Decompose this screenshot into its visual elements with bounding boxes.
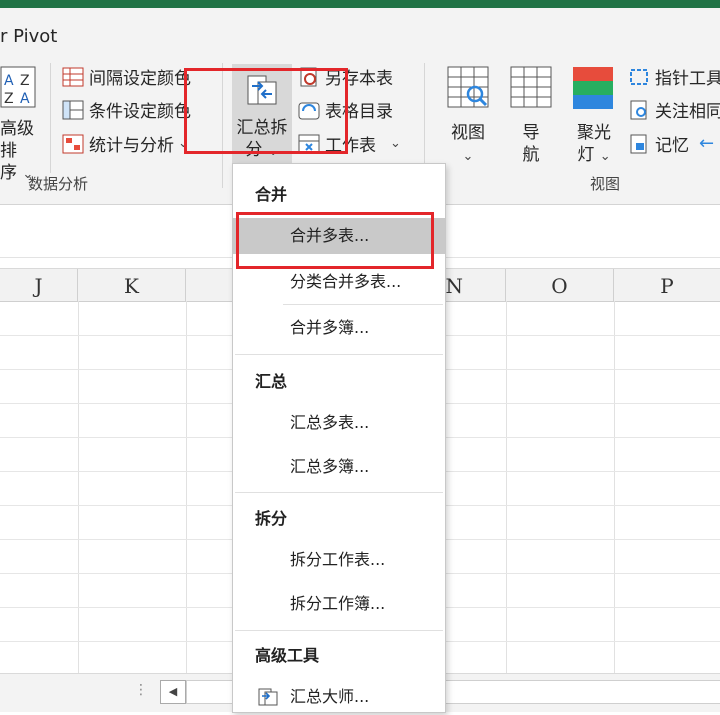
menu-item-category-merge[interactable]: 分类合并多表... (233, 264, 445, 300)
stats-analysis-button[interactable]: 统计与分析 ⌄ (62, 131, 189, 156)
grid-line (186, 301, 187, 673)
spotlight-icon (573, 67, 613, 109)
menu-separator (283, 304, 443, 305)
view-group-label: 视图 (590, 175, 621, 193)
menu-separator (235, 492, 443, 493)
ribbon-tab-title[interactable]: r Pivot (0, 26, 57, 47)
drag-handle-icon[interactable]: ⋮ (134, 682, 148, 698)
menu-separator (235, 354, 443, 355)
interval-color-label: 间隔设定颜色 (89, 69, 191, 89)
grid-line (614, 301, 615, 673)
spotlight-label-2: 灯 (577, 145, 595, 165)
table-condition-icon (62, 100, 84, 119)
highlight-box-merge-sheets (236, 212, 434, 269)
menu-separator (235, 630, 443, 631)
highlight-box-summarize (184, 68, 348, 154)
view-table-icon (447, 66, 489, 108)
condition-color-button[interactable]: 条件设定颜色 (62, 97, 191, 122)
chevron-down-icon: ⌄ (390, 136, 401, 151)
memory-button[interactable]: 记忆 ← (628, 131, 714, 156)
menu-header-merge: 合并 (255, 185, 288, 204)
column-header-k[interactable]: K (78, 269, 186, 301)
menu-item-split-sheet[interactable]: 拆分工作表... (233, 542, 445, 578)
condition-color-label: 条件设定颜色 (89, 102, 191, 122)
arrow-left-icon[interactable]: ← (699, 133, 714, 154)
pointer-tool-button[interactable]: 指针工具 (628, 64, 720, 89)
menu-item-summary-books[interactable]: 汇总多簿... (233, 449, 445, 485)
menu-header-split: 拆分 (255, 509, 288, 528)
column-header-p[interactable]: P (614, 269, 720, 301)
grid-line (78, 301, 79, 673)
summary-master-label: 汇总大师... (290, 687, 370, 706)
menu-header-summary: 汇总 (255, 372, 288, 391)
svg-text:Z: Z (4, 91, 14, 107)
summary-master-icon (258, 688, 278, 706)
navigation-grid-icon (510, 66, 552, 108)
svg-text:A: A (20, 91, 30, 107)
navigation-label-2: 航 (522, 145, 540, 165)
pointer-frame-icon (630, 68, 648, 85)
svg-text:A: A (4, 73, 14, 89)
navigation-label: 导 (522, 123, 540, 143)
column-header-o[interactable]: O (506, 269, 614, 301)
menu-header-advanced: 高级工具 (255, 646, 320, 665)
chevron-down-icon: ⌄ (462, 149, 474, 164)
menu-item-summary-sheets[interactable]: 汇总多表... (233, 405, 445, 441)
advanced-sort-label-2: 序 (0, 163, 17, 183)
watch-doc-icon (630, 100, 647, 119)
watch-same-button[interactable]: 关注相同 (628, 97, 720, 122)
stats-analysis-label: 统计与分析 (89, 136, 174, 156)
spotlight-label: 聚光 (577, 123, 611, 143)
scroll-left-button[interactable]: ◀ (160, 680, 186, 704)
table-color-icon (62, 67, 84, 86)
data-analysis-group-label: 数据分析 (28, 175, 89, 193)
advanced-sort-label-1: 高级排 (0, 119, 34, 161)
menu-item-merge-books[interactable]: 合并多簿... (233, 310, 445, 346)
separator (50, 63, 51, 173)
column-header-j[interactable]: J (0, 269, 78, 301)
stats-table-icon (62, 134, 84, 153)
svg-text:Z: Z (20, 73, 30, 89)
interval-color-button[interactable]: 间隔设定颜色 (62, 64, 191, 89)
grid-line (506, 301, 507, 673)
memory-doc-icon (630, 134, 647, 153)
menu-item-summary-master[interactable]: 汇总大师... (233, 679, 445, 715)
menu-item-split-book[interactable]: 拆分工作簿... (233, 586, 445, 622)
title-bar-strip (0, 0, 720, 8)
watch-same-label: 关注相同 (655, 102, 720, 122)
view-label: 视图 (451, 123, 485, 143)
pointer-tool-label: 指针工具 (655, 69, 720, 89)
chevron-down-icon: ⌄ (599, 149, 611, 164)
sort-az-icon: A Z Z A (0, 66, 36, 108)
memory-label: 记忆 (655, 136, 689, 156)
